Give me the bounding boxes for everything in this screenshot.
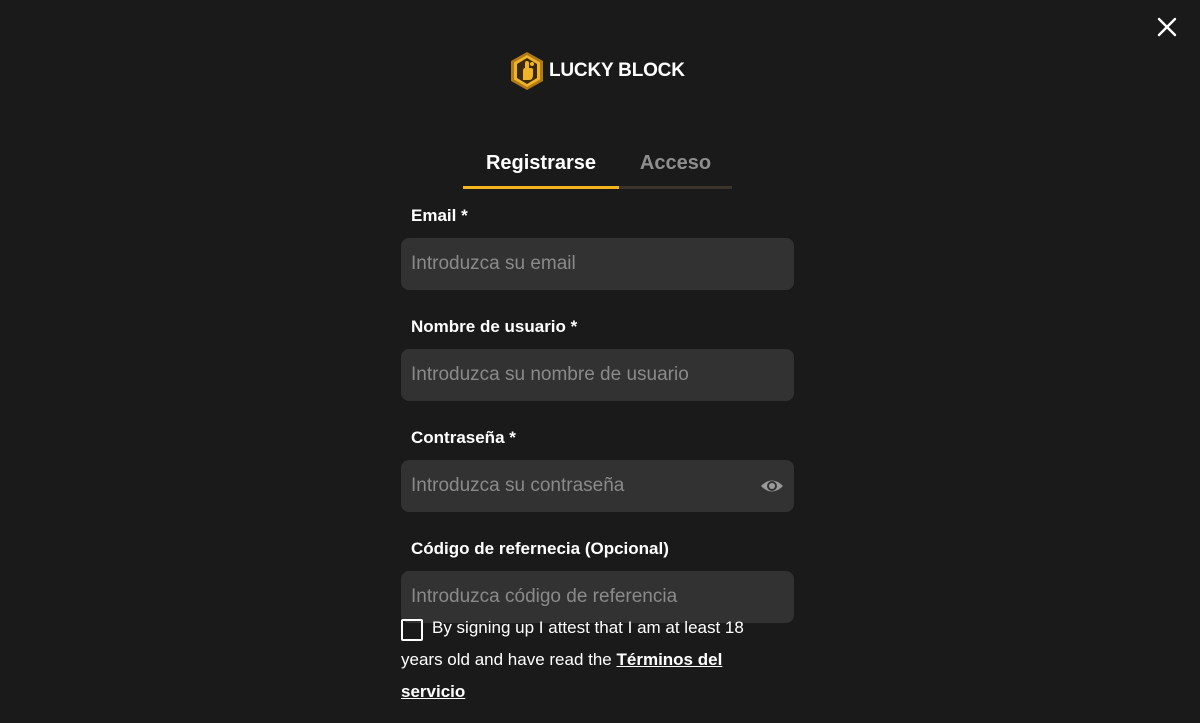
password-label: Contraseña * bbox=[411, 428, 516, 447]
email-label: Email * bbox=[411, 206, 468, 225]
password-input[interactable] bbox=[401, 460, 794, 512]
lucky-block-hex-icon bbox=[511, 52, 543, 90]
terms-agreement: By signing up I attest that I am at leas… bbox=[401, 618, 781, 708]
eye-icon[interactable] bbox=[760, 475, 784, 497]
signup-form: Email * Nombre de usuario * Contraseña *… bbox=[401, 205, 794, 623]
referral-label: Código de refernecia (Opcional) bbox=[411, 539, 669, 558]
tab-login[interactable]: Acceso bbox=[619, 146, 732, 189]
username-label: Nombre de usuario * bbox=[411, 317, 578, 336]
tab-register[interactable]: Registrarse bbox=[463, 146, 619, 189]
password-field-wrap bbox=[401, 460, 794, 512]
brand-name: LUCKY BLOCK bbox=[549, 60, 685, 81]
close-icon[interactable] bbox=[1154, 14, 1180, 40]
email-field-wrap bbox=[401, 238, 794, 290]
email-input[interactable] bbox=[401, 238, 794, 290]
brand-logo: LUCKY BLOCK bbox=[509, 50, 685, 92]
username-field-wrap bbox=[401, 349, 794, 401]
auth-tabs: Registrarse Acceso bbox=[463, 146, 732, 189]
signup-modal: LUCKY BLOCK Registrarse Acceso Email * N… bbox=[0, 0, 1200, 723]
terms-checkbox[interactable] bbox=[401, 619, 423, 641]
username-input[interactable] bbox=[401, 349, 794, 401]
terms-text: By signing up I attest that I am at leas… bbox=[401, 612, 781, 708]
